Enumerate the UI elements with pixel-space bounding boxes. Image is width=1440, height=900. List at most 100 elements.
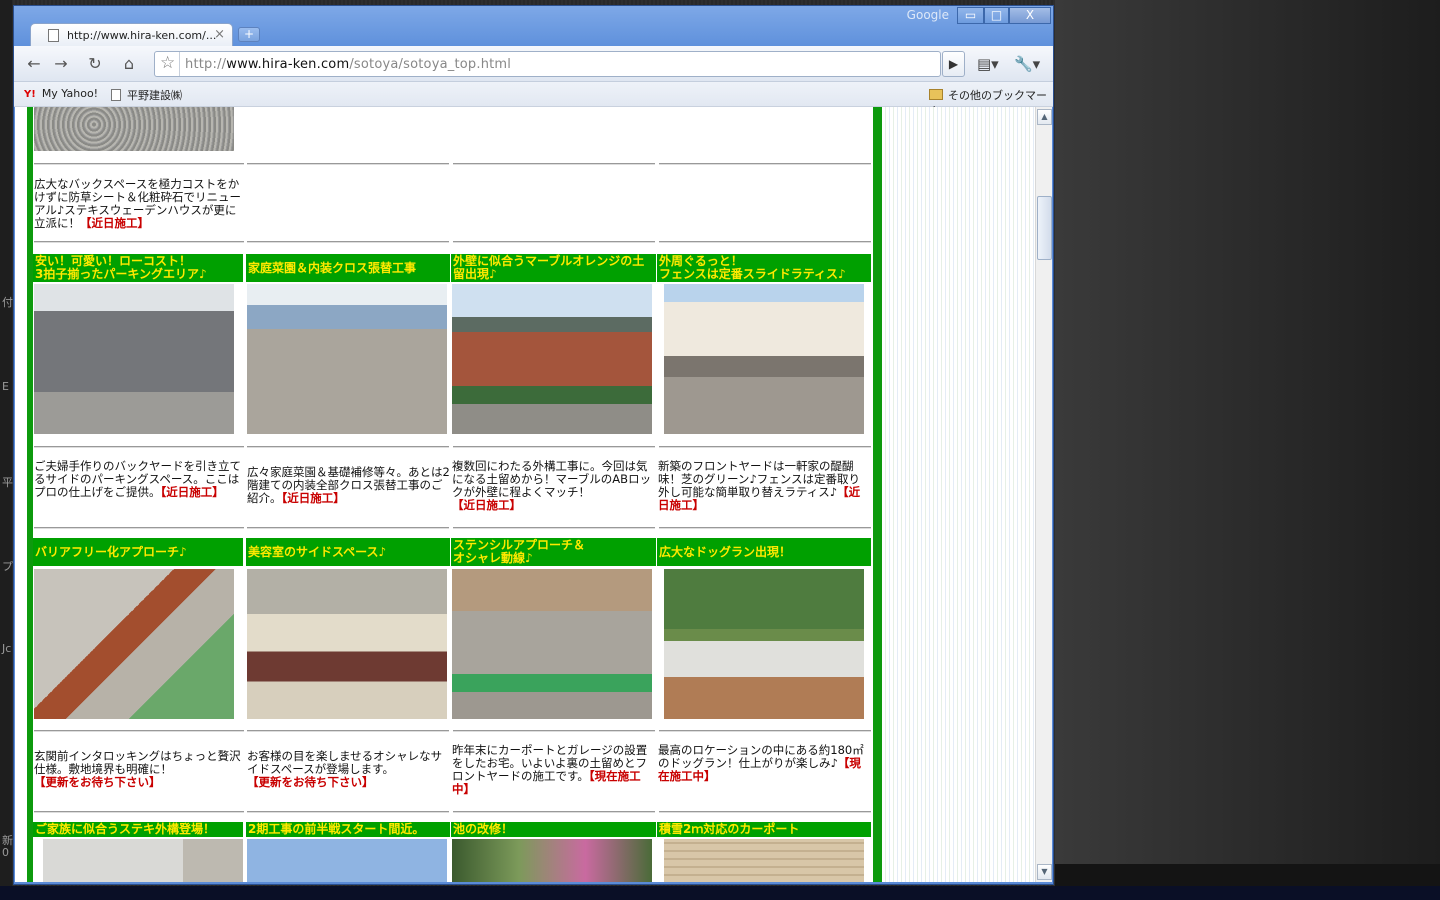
work-description: 新築のフロントヤードは一軒家の醍醐味！芝のグリーン♪フェンスは定番取り外し可能な… [658, 459, 861, 512]
go-button[interactable]: ▶ [942, 51, 965, 77]
desktop-glyph[interactable]: 付 [2, 294, 13, 310]
browser-tab[interactable]: http://www.hira-ken.com/... × [30, 23, 233, 47]
divider [247, 241, 449, 243]
desktop-glyph[interactable]: 平 [2, 474, 13, 490]
page-background-stripes [882, 107, 1037, 882]
desktop-glyph[interactable]: プ [2, 558, 13, 574]
home-button[interactable]: ⌂ [118, 53, 140, 75]
barrier-free-photo[interactable] [34, 569, 234, 719]
work-title[interactable]: 積雪2ｍ対応のカーポート [657, 822, 871, 837]
divider [34, 811, 244, 813]
carport-photo[interactable] [664, 839, 864, 882]
work-title[interactable]: 外周ぐるっと！ フェンスは定番スライドラティス♪ [657, 254, 871, 282]
divider [34, 527, 244, 529]
work-title[interactable]: バリアフリー化アプローチ♪ [33, 538, 243, 566]
yahoo-icon: Y! [24, 89, 36, 100]
scroll-thumb[interactable] [1037, 196, 1052, 260]
gravel-photo[interactable] [34, 107, 234, 151]
work-title[interactable]: 美容室のサイドスペース♪ [246, 538, 450, 566]
browser-window: Google ▭ □ X http://www.hira-ken.com/...… [13, 5, 1054, 885]
scroll-up-button[interactable]: ▲ [1037, 109, 1052, 125]
work-title[interactable]: 安い！可愛い！ローコスト！ 3拍子揃ったパーキングエリア♪ [33, 254, 243, 282]
desktop-left-strip: 付 E 平 プ Jc 新 0 [0, 0, 13, 900]
pond-photo[interactable] [452, 839, 652, 882]
desktop-right-area [1055, 0, 1440, 900]
page-icon [111, 89, 121, 101]
taskbar [0, 886, 1440, 900]
divider [453, 730, 655, 732]
tab-close-icon[interactable]: × [214, 27, 225, 42]
reload-button[interactable]: ↻ [84, 53, 106, 75]
salon-side-photo[interactable] [247, 569, 447, 719]
fence-photo[interactable] [664, 284, 864, 434]
parking-house-photo[interactable] [34, 284, 234, 434]
divider [453, 446, 655, 448]
maximize-button[interactable]: □ [984, 7, 1009, 24]
work-title[interactable]: 外壁に似合うマーブルオレンジの土留出現♪ [451, 254, 656, 282]
stencil-approach-photo[interactable] [452, 569, 652, 719]
scroll-down-button[interactable]: ▼ [1037, 864, 1052, 880]
family-exterior-photo[interactable] [43, 839, 243, 882]
divider [659, 241, 871, 243]
divider [659, 730, 871, 732]
divider [659, 446, 871, 448]
bookmarks-bar: Y!My Yahoo! 平野建設㈱ その他のブックマーク [14, 82, 1053, 118]
work-description: お客様の目を楽しませるオシャレなサイドスペースが登場します。 【更新をお待ち下さい… [247, 749, 443, 789]
retaining-wall-photo[interactable] [452, 284, 652, 434]
divider [659, 163, 871, 165]
title-bar[interactable]: Google ▭ □ X http://www.hira-ken.com/...… [14, 6, 1053, 47]
bookmark-my-yahoo[interactable]: Y! My Yahoo! [24, 87, 98, 100]
page-menu-button[interactable]: ▤▾ [977, 55, 999, 73]
desktop-glyph[interactable]: E [2, 380, 9, 393]
phase-two-photo[interactable] [247, 839, 447, 882]
new-tab-button[interactable]: + [238, 27, 260, 42]
tab-title: http://www.hira-ken.com/... [67, 29, 217, 42]
divider [34, 163, 244, 165]
address-bar[interactable]: ☆ http://www.hira-ken.com/sotoya/sotoya_… [154, 51, 941, 77]
divider [453, 241, 655, 243]
minimize-button[interactable]: ▭ [957, 7, 984, 24]
dog-run-photo[interactable] [664, 569, 864, 719]
garden-plot-photo[interactable] [247, 284, 447, 434]
work-title[interactable]: 家庭菜園＆内装クロス張替工事 [246, 254, 450, 282]
folder-icon [929, 89, 943, 100]
navigation-toolbar: ← → ↻ ⌂ ☆ http://www.hira-ken.com/sotoya… [14, 46, 1053, 82]
google-label: Google [906, 8, 949, 22]
divider [247, 811, 449, 813]
divider [34, 730, 244, 732]
back-button[interactable]: ← [23, 53, 45, 75]
works-grid: 広大なバックスペースを極力コストをかけずに防草シート＆化粧砕石でリニューアル♪ス… [33, 107, 871, 882]
divider [247, 446, 449, 448]
work-title[interactable]: ご家族に似合うステキ外構登場！ [33, 822, 243, 837]
desktop-glyph[interactable]: Jc [2, 642, 11, 655]
divider [453, 527, 655, 529]
wrench-menu-button[interactable]: 🔧▾ [1014, 55, 1040, 73]
work-title[interactable]: ステンシルアプローチ＆ オシャレ動線♪ [451, 538, 656, 566]
desktop-glyph[interactable]: 0 [2, 846, 9, 859]
work-title[interactable]: 広大なドッグラン出現！ [657, 538, 871, 566]
close-window-button[interactable]: X [1009, 7, 1051, 24]
work-description: 最高のロケーションの中にある約180㎡のドッグラン！仕上がりが楽しみ♪【現在施工… [658, 743, 864, 783]
page-viewport[interactable]: 広大なバックスペースを極力コストをかけずに防草シート＆化粧砕石でリニューアル♪ス… [15, 107, 1037, 882]
work-description: ご夫婦手作りのバックヤードを引き立てるサイドのパーキングスペース。ここはプロの仕… [34, 459, 241, 499]
bookmark-hirano[interactable]: 平野建設㈱ [111, 87, 182, 103]
page-icon [48, 29, 59, 42]
work-title[interactable]: 池の改修！ [451, 822, 656, 837]
divider [247, 527, 449, 529]
url-text[interactable]: http://www.hira-ken.com/sotoya/sotoya_to… [185, 57, 511, 72]
work-description: 広々家庭菜園＆基礎補修等々。あとは2階建ての内装全部クロス張替工事のご紹介。【近… [247, 465, 450, 505]
omnibox-divider [179, 52, 180, 76]
bookmark-label: 平野建設㈱ [127, 89, 182, 102]
work-title[interactable]: 2期工事の前半戦スタート間近。 [246, 822, 450, 837]
divider [247, 730, 449, 732]
divider [34, 241, 244, 243]
forward-button[interactable]: → [50, 53, 72, 75]
work-description: 昨年末にカーポートとガレージの設置をしたお宅。いよいよ裏の土留めとフロントヤード… [452, 743, 648, 796]
divider [659, 527, 871, 529]
bookmark-star-icon[interactable]: ☆ [160, 53, 175, 73]
vertical-scrollbar[interactable]: ▲ ▼ [1035, 107, 1052, 882]
divider [247, 163, 449, 165]
divider [659, 811, 871, 813]
divider [34, 446, 244, 448]
divider [453, 811, 655, 813]
